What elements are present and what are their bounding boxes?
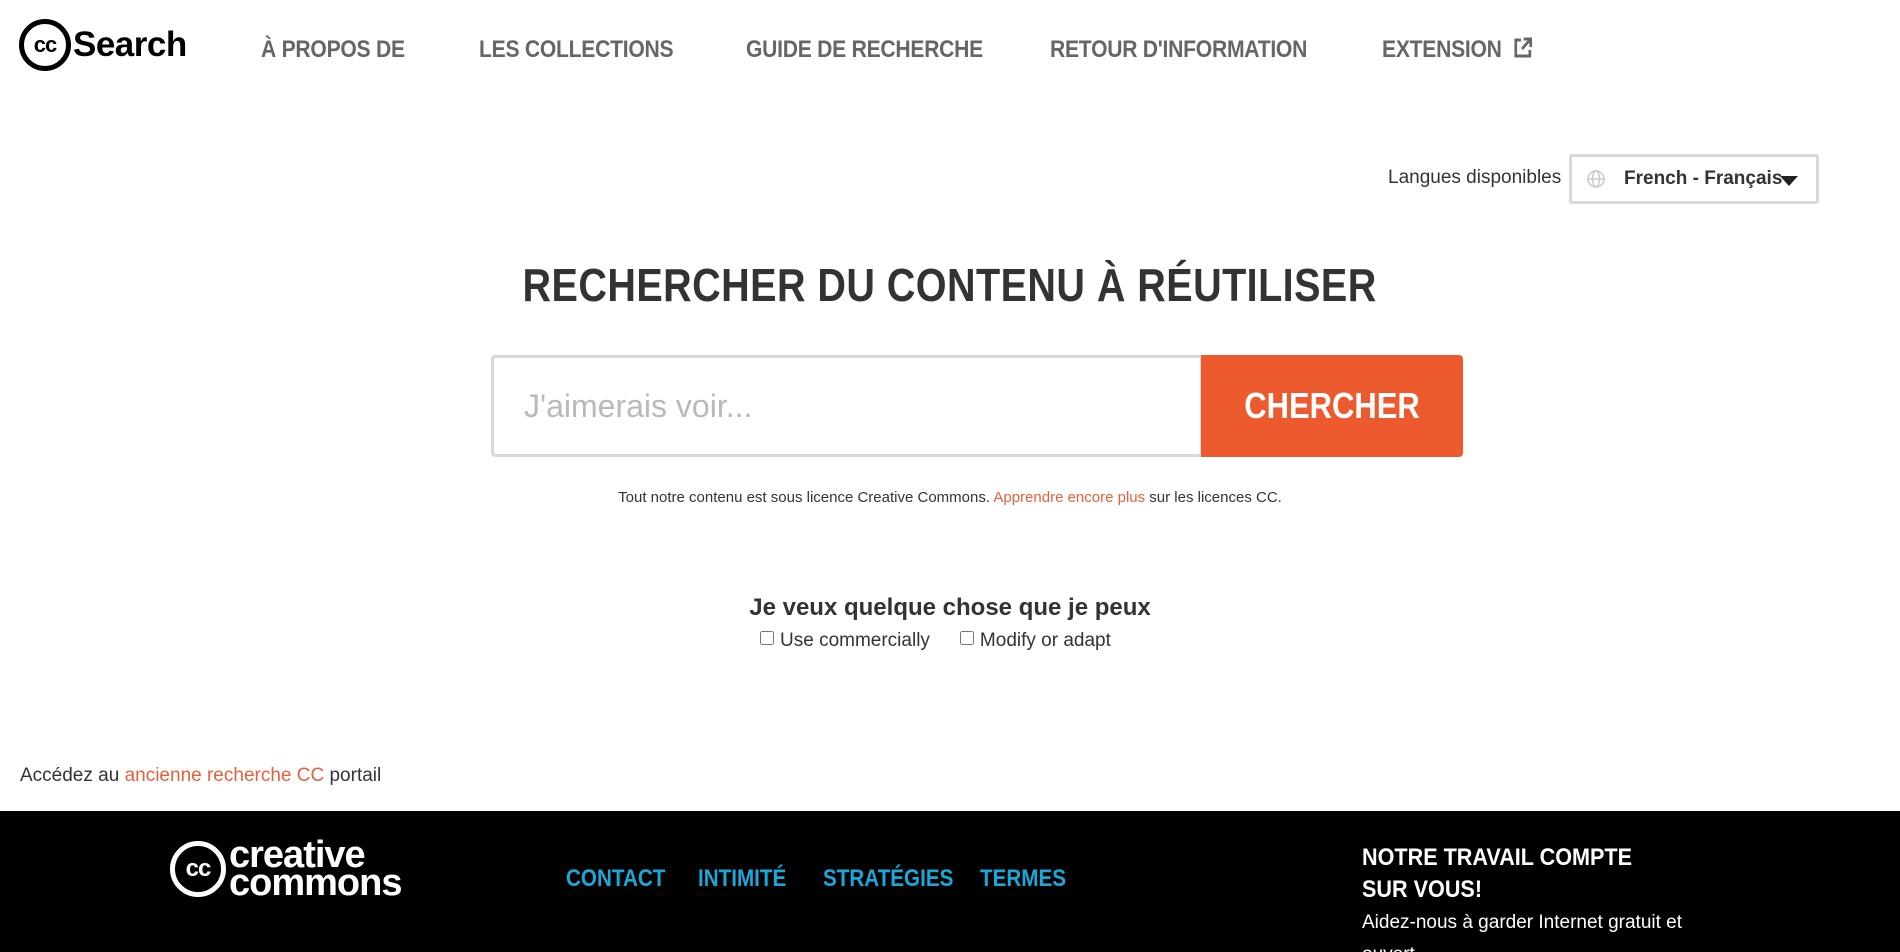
footer-link-privacy[interactable]: INTIMITÉ xyxy=(698,865,786,893)
license-note-prefix: Tout notre contenu est sous licence Crea… xyxy=(618,489,991,506)
legacy-prefix: Accédez au xyxy=(20,765,120,786)
modify-checkbox[interactable] xyxy=(959,631,974,645)
footer-link-contact[interactable]: CONTACT xyxy=(566,865,665,893)
learn-more-link[interactable]: Apprendre encore plus xyxy=(993,489,1145,506)
filter-modify-label: Modify or adapt xyxy=(979,630,1111,651)
nav-collections[interactable]: LES COLLECTIONS xyxy=(479,36,674,64)
search-button-label: CHERCHER xyxy=(1244,385,1420,426)
filter-modify[interactable]: Modify or adapt xyxy=(959,630,1111,652)
chevron-down-icon xyxy=(1780,176,1798,186)
cc-logo-mark: cc xyxy=(19,19,71,71)
page-title-text: RECHERCHER DU CONTENU À RÉUTILISER xyxy=(522,259,1378,311)
language-select[interactable]: French - Français xyxy=(1569,154,1819,204)
legacy-suffix: portail xyxy=(329,765,382,786)
donate-title-text: NOTRE TRAVAIL COMPTE SUR VOUS! xyxy=(1362,844,1632,903)
external-link-icon xyxy=(1514,37,1533,58)
nav-about[interactable]: À PROPOS DE xyxy=(261,36,405,64)
cc-search-logo[interactable]: cc Search xyxy=(19,19,187,71)
license-filters: Use commercially Modify or adapt xyxy=(760,630,1141,652)
commercial-checkbox[interactable] xyxy=(760,631,774,645)
logo-text: Search xyxy=(73,25,187,64)
license-note-suffix: sur les licences CC. xyxy=(1149,489,1282,506)
search-button[interactable]: CHERCHER xyxy=(1201,355,1463,457)
donate-text: Aidez-nous à garder Internet gratuit et … xyxy=(1362,912,1683,952)
footer-link-terms[interactable]: TERMES xyxy=(980,865,1066,893)
globe-icon xyxy=(1587,170,1605,188)
footer-link-policies[interactable]: STRATÉGIES xyxy=(823,865,953,893)
filter-commercial-label: Use commercially xyxy=(780,630,930,651)
page-title: RECHERCHER DU CONTENU À RÉUTILISER xyxy=(0,258,1900,312)
logo-line-commons: commons xyxy=(229,862,402,904)
cc-footer-logo-mark: cc xyxy=(170,841,226,897)
creative-commons-logo[interactable]: cc creative commons xyxy=(170,836,402,904)
site-header: cc Search À PROPOS DE LES COLLECTIONS GU… xyxy=(0,0,1900,100)
search-input[interactable] xyxy=(491,355,1203,457)
filters-title: Je veux quelque chose que je peux xyxy=(749,594,1151,621)
cc-footer-logo-text: creative commons xyxy=(229,836,402,904)
filter-commercial[interactable]: Use commercially xyxy=(760,630,930,652)
language-selected-value: French - Français xyxy=(1624,168,1783,189)
nav-extension-label: EXTENSION xyxy=(1382,36,1502,63)
legacy-portal-note: Accédez au ancienne recherche CC portail xyxy=(20,765,381,787)
language-label: Langues disponibles xyxy=(1388,167,1562,188)
license-note: Tout notre contenu est sous licence Crea… xyxy=(0,489,1900,506)
nav-extension[interactable]: EXTENSION xyxy=(1382,36,1534,64)
nav-feedback[interactable]: RETOUR D'INFORMATION xyxy=(1050,36,1307,64)
donate-title: NOTRE TRAVAIL COMPTE SUR VOUS! xyxy=(1362,842,1702,906)
nav-search-guide[interactable]: GUIDE DE RECHERCHE xyxy=(746,36,983,64)
legacy-search-link[interactable]: ancienne recherche CC xyxy=(125,765,325,786)
